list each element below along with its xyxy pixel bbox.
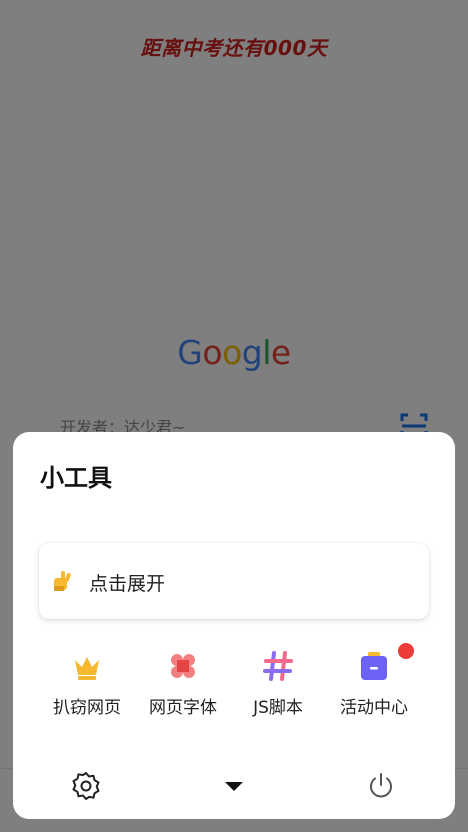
tool-label: 网页字体 xyxy=(149,698,217,718)
caret-down-icon[interactable] xyxy=(218,770,250,802)
tool-js-script[interactable]: JS脚本 xyxy=(230,650,326,720)
bag-icon xyxy=(361,652,387,680)
hand-point-icon xyxy=(54,571,71,591)
tool-activity-center[interactable]: 活动中心 xyxy=(326,643,422,720)
tool-grid: 扒窃网页 网页字体 JS脚本 活动中心 xyxy=(13,643,455,720)
tool-label: JS脚本 xyxy=(253,698,303,718)
sheet-title: 小工具 xyxy=(40,464,112,492)
tools-sheet: 小工具 点击展开 扒窃网页 网页字体 JS脚本 活动中心 xyxy=(13,432,455,819)
hash-icon xyxy=(263,651,293,681)
expand-button[interactable]: 点击展开 xyxy=(39,543,429,619)
crown-icon xyxy=(75,657,99,680)
tool-webpage-font[interactable]: 网页字体 xyxy=(135,650,231,720)
flower-grid-icon xyxy=(171,654,195,678)
expand-label: 点击展开 xyxy=(89,573,166,595)
notification-badge xyxy=(398,643,414,659)
tool-scrape-webpage[interactable]: 扒窃网页 xyxy=(39,650,135,720)
tool-label: 活动中心 xyxy=(340,698,408,718)
sheet-footer xyxy=(13,762,455,812)
tool-label: 扒窃网页 xyxy=(53,698,121,718)
gear-icon[interactable] xyxy=(70,770,102,802)
power-icon[interactable] xyxy=(365,770,397,802)
